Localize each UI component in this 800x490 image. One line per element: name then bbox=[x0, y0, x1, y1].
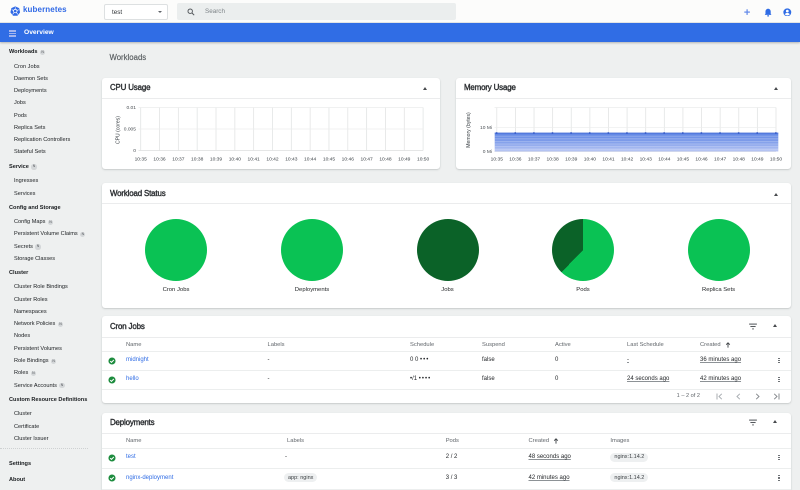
svg-text:10:44: 10:44 bbox=[304, 156, 317, 162]
svg-text:10:36: 10:36 bbox=[153, 156, 166, 162]
svg-text:0.005: 0.005 bbox=[124, 127, 137, 133]
svg-text:10:48: 10:48 bbox=[733, 156, 746, 162]
svg-text:10:44: 10:44 bbox=[658, 156, 671, 162]
svg-text:10:41: 10:41 bbox=[248, 156, 261, 162]
svg-text:10:40: 10:40 bbox=[229, 156, 242, 162]
svg-text:10:35: 10:35 bbox=[491, 156, 504, 162]
svg-text:0: 0 bbox=[133, 148, 136, 154]
svg-text:10:43: 10:43 bbox=[640, 156, 653, 162]
svg-text:10:42: 10:42 bbox=[621, 156, 634, 162]
svg-text:10:36: 10:36 bbox=[509, 156, 522, 162]
svg-text:Memory (bytes): Memory (bytes) bbox=[466, 112, 472, 148]
svg-text:10:50: 10:50 bbox=[417, 156, 430, 162]
svg-text:10:37: 10:37 bbox=[172, 156, 185, 162]
svg-text:10:45: 10:45 bbox=[323, 156, 336, 162]
svg-text:10:47: 10:47 bbox=[714, 156, 727, 162]
svg-text:10:38: 10:38 bbox=[547, 156, 560, 162]
svg-text:10:50: 10:50 bbox=[770, 156, 783, 162]
svg-text:10:37: 10:37 bbox=[528, 156, 541, 162]
svg-text:10:48: 10:48 bbox=[379, 156, 392, 162]
svg-text:10:43: 10:43 bbox=[285, 156, 298, 162]
svg-text:10:47: 10:47 bbox=[360, 156, 373, 162]
svg-text:10:41: 10:41 bbox=[602, 156, 615, 162]
svg-text:10:40: 10:40 bbox=[584, 156, 597, 162]
svg-text:0.01: 0.01 bbox=[126, 105, 136, 111]
svg-text:10:39: 10:39 bbox=[565, 156, 578, 162]
svg-text:10:38: 10:38 bbox=[191, 156, 204, 162]
svg-text:10:39: 10:39 bbox=[210, 156, 223, 162]
svg-text:10:35: 10:35 bbox=[135, 156, 148, 162]
svg-text:10 Mi: 10 Mi bbox=[480, 125, 492, 131]
svg-text:0 Mi: 0 Mi bbox=[483, 149, 492, 155]
svg-text:10:46: 10:46 bbox=[342, 156, 355, 162]
svg-text:10:46: 10:46 bbox=[695, 156, 708, 162]
svg-text:10:49: 10:49 bbox=[751, 156, 764, 162]
svg-text:10:45: 10:45 bbox=[677, 156, 690, 162]
svg-text:CPU (cores): CPU (cores) bbox=[116, 116, 122, 144]
svg-text:10:49: 10:49 bbox=[398, 156, 411, 162]
svg-text:10:42: 10:42 bbox=[266, 156, 279, 162]
